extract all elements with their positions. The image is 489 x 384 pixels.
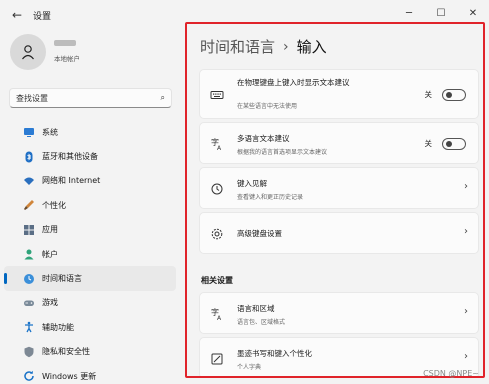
toggle-knob [446, 92, 452, 98]
sidebar-nav: 系统 蓝牙和其他设备 网络和 Internet 个性化 应用 帐户 时间和语言 … [0, 120, 180, 384]
multilingual-toggle[interactable] [442, 138, 466, 150]
avatar [10, 34, 46, 70]
toggle-state-label: 关 [424, 90, 433, 99]
arrow-left-icon: ← [11, 8, 23, 22]
person-icon [23, 248, 35, 260]
watermark: CSDN @NPE~ [423, 369, 479, 378]
sidebar-item-privacy[interactable]: 隐私和安全性 [4, 340, 176, 364]
keyboard-icon [210, 88, 224, 102]
page-title: 输入 [296, 38, 327, 56]
sidebar-item-bluetooth[interactable]: 蓝牙和其他设备 [4, 144, 176, 168]
card-title: 高级键盘设置 [237, 229, 282, 238]
card-description: 个人字典 [237, 364, 262, 371]
breadcrumb-separator: › [283, 38, 289, 55]
card-description: 语言包、区域格式 [237, 319, 286, 326]
bluetooth-icon [23, 151, 35, 163]
card-title: 语言和区域 [237, 304, 275, 313]
sidebar-item-gaming[interactable]: 游戏 [4, 291, 176, 315]
sidebar-item-label: 隐私和安全性 [42, 347, 90, 357]
ink-icon [210, 352, 224, 366]
account-type: 本地帐户 [54, 55, 80, 63]
card-title: 键入见解 [237, 179, 267, 188]
sidebar-item-system[interactable]: 系统 [4, 120, 176, 144]
gear-icon [210, 227, 224, 241]
sidebar-item-label: 网络和 Internet [42, 176, 101, 186]
sidebar-item-label: 蓝牙和其他设备 [42, 152, 98, 162]
app-title: 设置 [33, 12, 52, 22]
sidebar-item-label: 辅助功能 [42, 322, 74, 332]
update-icon [23, 370, 35, 382]
svg-text:A: A [217, 315, 222, 321]
setting-card-text-suggestions[interactable]: 在物理键盘上键入时显示文本建议 在某些语言中无法使用 关 [199, 69, 479, 119]
sidebar-item-label: 系统 [42, 127, 58, 137]
sidebar-item-label: 帐户 [42, 249, 58, 259]
card-description: 在某些语言中无法使用 [237, 103, 298, 110]
sidebar-item-windows-update[interactable]: Windows 更新 [4, 364, 176, 384]
toggle-knob [446, 141, 452, 147]
sidebar-item-label: 应用 [42, 225, 58, 235]
setting-card-language-region[interactable]: 字A 语言和区域 语言包、区域格式 › [199, 292, 479, 334]
breadcrumb-parent[interactable]: 时间和语言 [200, 36, 275, 57]
chevron-right-icon: › [464, 226, 468, 237]
sidebar-item-apps[interactable]: 应用 [4, 218, 176, 242]
language-region-icon: 字A [210, 307, 224, 321]
card-title: 多语言文本建议 [237, 134, 290, 143]
search-icon: ⌕ [160, 93, 165, 102]
setting-card-advanced-keyboard[interactable]: 高级键盘设置 › [199, 212, 479, 254]
main-content: 时间和语言 › 输入 在物理键盘上键入时显示文本建议 在某些语言中无法使用 关 … [185, 22, 485, 378]
shield-icon [23, 346, 35, 358]
sidebar-item-time-language[interactable]: 时间和语言 [4, 266, 176, 291]
card-title: 墨迹书写和键入个性化 [237, 349, 312, 358]
card-description: 根据我的语言首选项显示文本建议 [237, 149, 328, 156]
setting-card-typing-insights[interactable]: 键入见解 查看键入和更正历史记录 › [199, 167, 479, 209]
sidebar-item-accessibility[interactable]: 辅助功能 [4, 315, 176, 339]
chevron-right-icon: › [464, 306, 468, 317]
search-placeholder: 查找设置 [16, 93, 48, 103]
sidebar-item-label: 游戏 [42, 298, 58, 308]
monitor-icon [23, 126, 35, 138]
history-icon [210, 182, 224, 196]
gamepad-icon [23, 297, 35, 309]
breadcrumb: 时间和语言 › 输入 [200, 36, 327, 57]
chevron-right-icon: › [464, 351, 468, 362]
text-suggestions-toggle[interactable] [442, 89, 466, 101]
language-icon: 字A [210, 137, 224, 151]
sidebar-item-label: 时间和语言 [42, 274, 82, 284]
chevron-right-icon: › [464, 181, 468, 192]
sidebar-item-network[interactable]: 网络和 Internet [4, 169, 176, 193]
sidebar-item-label: 个性化 [42, 200, 66, 210]
setting-card-multilingual[interactable]: 字A 多语言文本建议 根据我的语言首选项显示文本建议 关 [199, 122, 479, 164]
back-button[interactable]: ← [10, 8, 24, 22]
sidebar-item-personalization[interactable]: 个性化 [4, 193, 176, 217]
brush-icon [23, 199, 35, 211]
wifi-icon [23, 175, 35, 187]
apps-icon [23, 224, 35, 236]
accessibility-icon [23, 321, 35, 333]
user-name-redacted [54, 40, 76, 46]
card-title: 在物理键盘上键入时显示文本建议 [237, 78, 350, 87]
sidebar-item-accounts[interactable]: 帐户 [4, 242, 176, 266]
related-settings-heading: 相关设置 [201, 276, 233, 285]
toggle-state-label: 关 [424, 139, 433, 148]
search-input[interactable]: 查找设置 ⌕ [9, 88, 172, 108]
card-description: 查看键入和更正历史记录 [237, 194, 304, 201]
user-profile[interactable]: 本地帐户 [10, 34, 170, 74]
svg-text:A: A [217, 145, 222, 151]
globe-clock-icon [23, 273, 35, 285]
sidebar-item-label: Windows 更新 [42, 371, 97, 381]
person-icon [22, 45, 34, 60]
